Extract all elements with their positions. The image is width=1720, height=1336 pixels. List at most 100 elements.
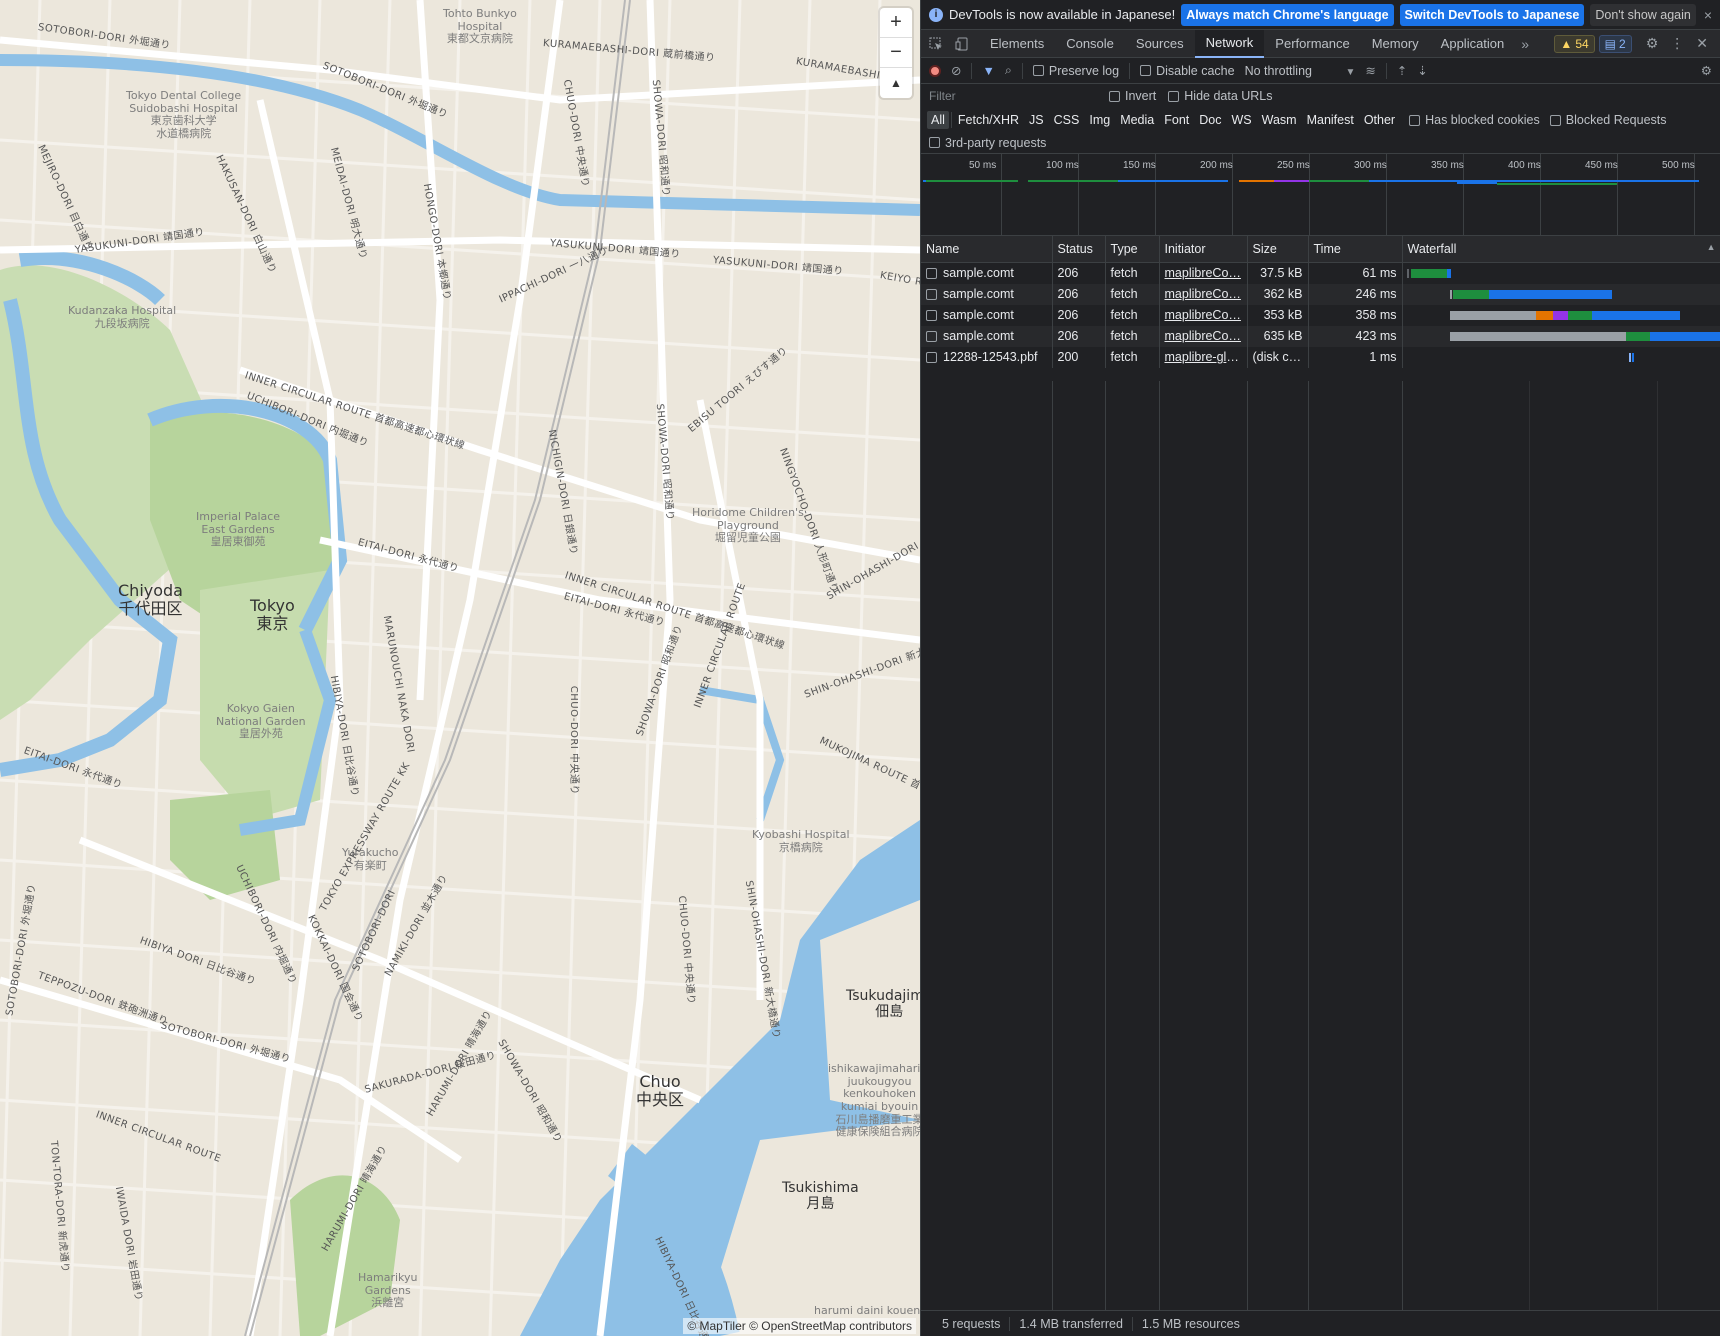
column-header-name[interactable]: Name [921,236,1053,263]
type-filter-doc[interactable]: Doc [1195,111,1225,129]
column-header-waterfall[interactable]: Waterfall ▲ [1402,236,1720,263]
search-icon[interactable]: ⌕ [1005,63,1012,78]
cell-name: sample.comt [921,304,1053,326]
tab-application[interactable]: Application [1430,30,1516,58]
waterfall-segment [1410,268,1447,278]
cell-initiator[interactable]: maplibreCo… [1159,325,1248,347]
has-blocked-cookies-checkbox[interactable]: Has blocked cookies [1409,113,1540,127]
map-attribution[interactable]: © MapTiler © OpenStreetMap contributors [683,1318,916,1334]
cell-initiator[interactable]: maplibreCo… [1159,262,1248,284]
cell-waterfall [1402,304,1720,326]
map-view[interactable]: Chiyoda千代田区 Tokyo東京 Chuo中央区 Tsukudajima佃… [0,0,920,1336]
match-language-button[interactable]: Always match Chrome's language [1181,3,1394,26]
zoom-in-button[interactable]: + [880,8,912,38]
overview-tick-label: 100 ms [1046,160,1079,171]
row-checkbox[interactable] [926,331,937,343]
request-name: sample.comt [943,287,1014,301]
zoom-out-button[interactable]: − [880,38,912,68]
kebab-menu-icon[interactable]: ⋮ [1670,35,1684,52]
cell-status: 206 [1052,262,1106,284]
row-checkbox[interactable] [926,310,937,322]
cell-name: sample.comt [921,262,1053,284]
map-navigation-control: + − ▲ [880,8,912,98]
switch-language-button[interactable]: Switch DevTools to Japanese [1399,3,1585,26]
type-filter-fetch[interactable]: Fetch/XHR [954,111,1023,129]
device-toolbar-icon[interactable] [953,35,971,53]
cell-initiator[interactable]: maplibreCo… [1159,304,1248,326]
tab-elements[interactable]: Elements [979,30,1055,58]
tab-performance[interactable]: Performance [1264,30,1360,58]
column-header-status[interactable]: Status [1052,236,1106,263]
type-filter-other[interactable]: Other [1360,111,1399,129]
type-filter-img[interactable]: Img [1085,111,1114,129]
third-party-checkbox[interactable]: 3rd-party requests [929,136,1046,150]
row-checkbox[interactable] [926,352,937,364]
type-filter-js[interactable]: JS [1025,111,1048,129]
settings-gear-icon[interactable]: ⚙ [1646,35,1659,52]
column-header-initiator[interactable]: Initiator [1159,236,1248,263]
invert-checkbox[interactable]: Invert [1109,89,1156,103]
network-status-bar: 5 requests 1.4 MB transferred 1.5 MB res… [921,1310,1720,1336]
export-har-icon[interactable]: ⇣ [1417,63,1427,78]
place-label-tsukudajima: Tsukudajima佃島 [846,988,920,1021]
table-row[interactable]: 12288-12543.pbf 200 fetch maplibre-gl.j… (di… [921,346,1720,368]
waterfall-segment [1446,268,1451,278]
disable-cache-checkbox[interactable]: Disable cache [1140,64,1235,78]
type-filter-manifest[interactable]: Manifest [1303,111,1358,129]
waterfall-segment [1591,310,1680,320]
column-header-type[interactable]: Type [1105,236,1160,263]
table-row[interactable]: sample.comt 206 fetch maplibreCo… 353 kB 358 … [921,304,1720,326]
column-header-time[interactable]: Time [1308,236,1403,263]
network-overview[interactable]: 50 ms 100 ms 150 ms 200 ms 250 ms 300 ms 350 m… [921,154,1720,236]
table-row[interactable]: sample.comt 206 fetch maplibreCo… 635 kB 423 … [921,325,1720,347]
network-toolbar: ⊘ ▼ ⌕ Preserve log Disable cache No thro… [921,58,1720,84]
row-checkbox[interactable] [926,268,937,280]
type-filter-css[interactable]: CSS [1050,111,1084,129]
table-row[interactable]: sample.comt 206 fetch maplibreCo… 37.5 kB 61 … [921,262,1720,284]
tab-console[interactable]: Console [1055,30,1125,58]
poi-label: ishikawajimaharimjuukougyoukenkouhokenku… [828,1062,920,1139]
preserve-log-checkbox[interactable]: Preserve log [1032,64,1119,78]
overview-activity-bar [1309,180,1369,182]
cell-type: fetch [1105,346,1160,368]
poi-label: Horidome Children's Playground 堀留児童公園 [692,506,804,545]
place-label-tsukishima: Tsukishima 月島 [782,1180,859,1213]
road-label: CHUO-DORI 中央通り [567,685,579,795]
filter-icon[interactable]: ▼ [982,64,994,78]
table-empty-area [921,381,1720,1310]
row-checkbox[interactable] [926,289,937,301]
compass-button[interactable]: ▲ [880,68,912,98]
hide-data-urls-checkbox[interactable]: Hide data URLs [1168,89,1273,103]
cell-initiator[interactable]: maplibre-gl.j… [1159,346,1248,368]
tab-memory[interactable]: Memory [1361,30,1430,58]
cell-type: fetch [1105,262,1160,284]
filter-input[interactable]: Filter [929,89,1097,103]
tab-network[interactable]: Network [1194,29,1265,58]
type-filter-media[interactable]: Media [1116,111,1158,129]
inspect-element-icon[interactable] [927,35,945,53]
close-devtools-icon[interactable]: ✕ [1696,35,1708,52]
tab-sources[interactable]: Sources [1125,30,1195,58]
table-row[interactable]: sample.comt 206 fetch maplibreCo… 362 kB 246 … [921,283,1720,305]
throttling-select[interactable]: No throttling ▼ [1245,64,1356,78]
record-icon[interactable] [929,64,941,77]
column-header-size[interactable]: Size [1247,236,1309,263]
cell-size: (disk c… [1247,346,1309,368]
type-filter-font[interactable]: Font [1160,111,1193,129]
warnings-badge[interactable]: ▲ 54 [1554,34,1595,53]
type-filter-wasm[interactable]: Wasm [1258,111,1301,129]
close-icon[interactable]: × [1704,7,1712,23]
network-settings-icon[interactable]: ⚙ [1701,63,1712,78]
cell-initiator[interactable]: maplibreCo… [1159,283,1248,305]
cell-name: sample.comt [921,325,1053,347]
type-filter-ws[interactable]: WS [1227,111,1255,129]
import-har-icon[interactable]: ⇡ [1397,63,1407,78]
messages-badge[interactable]: ▤ 2 [1598,34,1632,53]
cell-time: 423 ms [1308,325,1403,347]
blocked-requests-checkbox[interactable]: Blocked Requests [1549,113,1667,127]
more-tabs-icon[interactable]: » [1521,36,1529,52]
type-filter-all[interactable]: All [927,111,949,129]
network-conditions-icon[interactable]: ≋ [1365,63,1375,78]
clear-icon[interactable]: ⊘ [951,63,961,78]
dont-show-again-button[interactable]: Don't show again [1590,3,1696,26]
